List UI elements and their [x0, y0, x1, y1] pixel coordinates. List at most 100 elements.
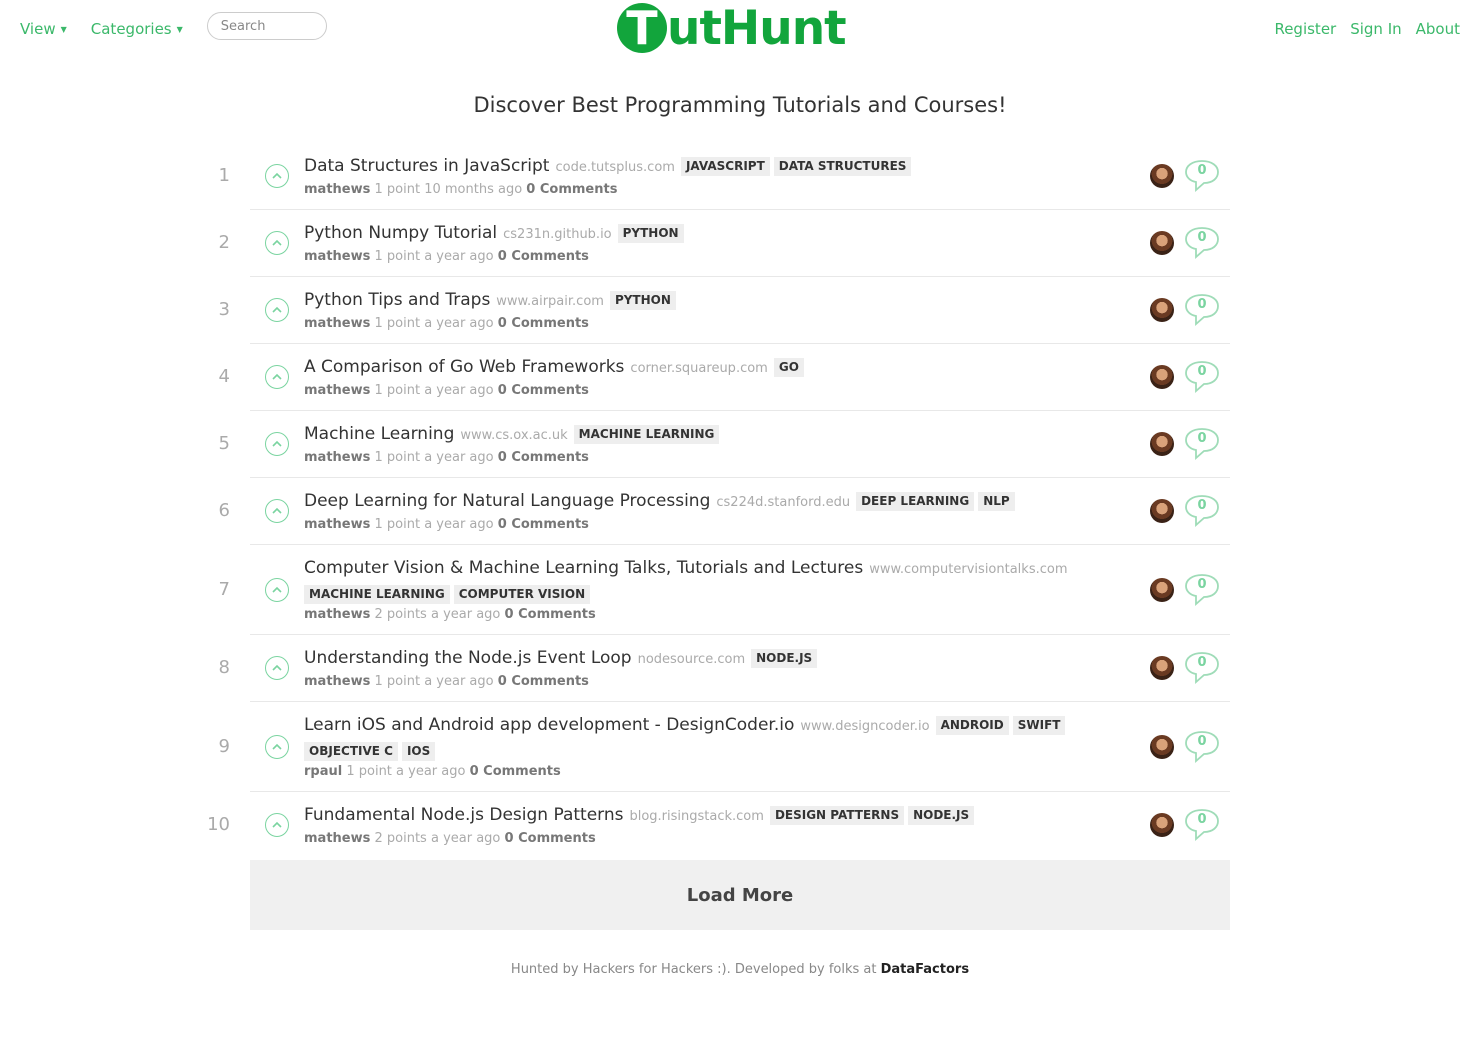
post-title-link[interactable]: Deep Learning for Natural Language Proce…: [304, 491, 710, 511]
avatar[interactable]: [1150, 231, 1174, 255]
comment-bubble-button[interactable]: 0: [1184, 293, 1220, 327]
post-rank: 4: [218, 366, 230, 387]
register-link[interactable]: Register: [1274, 20, 1336, 38]
tag[interactable]: GO: [773, 358, 804, 377]
tag[interactable]: NODE.JS: [908, 806, 975, 825]
post-title-link[interactable]: A Comparison of Go Web Frameworks: [304, 357, 624, 377]
post-title-link[interactable]: Data Structures in JavaScript: [304, 156, 549, 176]
comment-count: 0: [1197, 733, 1207, 749]
post-comments-link[interactable]: 0 Comments: [470, 764, 561, 779]
upvote-button[interactable]: [265, 365, 289, 389]
comment-bubble-button[interactable]: 0: [1184, 427, 1220, 461]
comment-bubble-button[interactable]: 0: [1184, 651, 1220, 685]
avatar[interactable]: [1150, 813, 1174, 837]
categories-menu[interactable]: Categories ▼: [91, 20, 183, 38]
upvote-button[interactable]: [265, 499, 289, 523]
post-author-link[interactable]: mathews: [304, 316, 370, 331]
comment-bubble-button[interactable]: 0: [1184, 159, 1220, 193]
nav-right: Register Sign In About: [1260, 20, 1460, 38]
post-title-link[interactable]: Fundamental Node.js Design Patterns: [304, 805, 623, 825]
comment-bubble-button[interactable]: 0: [1184, 808, 1220, 842]
post-comments-link[interactable]: 0 Comments: [505, 607, 596, 622]
post-title-link[interactable]: Understanding the Node.js Event Loop: [304, 648, 632, 668]
tag[interactable]: MACHINE LEARNING: [573, 425, 720, 444]
tag[interactable]: DESIGN PATTERNS: [769, 806, 905, 825]
post-comments-link[interactable]: 0 Comments: [498, 517, 589, 532]
tag[interactable]: IOS: [401, 742, 436, 761]
avatar[interactable]: [1150, 656, 1174, 680]
tag[interactable]: ANDROID: [935, 716, 1009, 735]
post-author-link[interactable]: mathews: [304, 674, 370, 689]
comment-bubble-button[interactable]: 0: [1184, 360, 1220, 394]
comment-count: 0: [1197, 498, 1207, 513]
tag[interactable]: DATA STRUCTURES: [773, 157, 912, 176]
avatar[interactable]: [1150, 164, 1174, 188]
avatar[interactable]: [1150, 499, 1174, 523]
tag[interactable]: PYTHON: [617, 224, 684, 243]
comment-bubble-button[interactable]: 0: [1184, 226, 1220, 260]
footer-brand-link[interactable]: DataFactors: [881, 962, 969, 977]
comment-bubble-button[interactable]: 0: [1184, 573, 1220, 607]
avatar[interactable]: [1150, 298, 1174, 322]
avatar[interactable]: [1150, 734, 1174, 759]
tag[interactable]: DEEP LEARNING: [856, 492, 975, 511]
about-link[interactable]: About: [1416, 20, 1460, 38]
post-time: a year ago: [424, 674, 494, 689]
post-author-link[interactable]: mathews: [304, 249, 370, 264]
upvote-button[interactable]: [265, 231, 289, 255]
avatar[interactable]: [1150, 365, 1174, 389]
signin-link[interactable]: Sign In: [1350, 20, 1401, 38]
post-author-link[interactable]: mathews: [304, 383, 370, 398]
post-author-link[interactable]: rpaul: [304, 764, 342, 779]
comment-bubble-button[interactable]: 0: [1184, 494, 1220, 528]
upvote-button[interactable]: [265, 164, 289, 188]
post-domain: nodesource.com: [637, 652, 746, 667]
upvote-button[interactable]: [265, 656, 289, 680]
post-content: A Comparison of Go Web Frameworks corner.…: [304, 344, 1104, 410]
post-title-link[interactable]: Python Tips and Traps: [304, 290, 490, 310]
post-actions: 0: [1150, 730, 1220, 764]
avatar[interactable]: [1150, 577, 1174, 602]
post-comments-link[interactable]: 0 Comments: [498, 316, 589, 331]
upvote-button[interactable]: [265, 298, 289, 322]
post-comments-link[interactable]: 0 Comments: [498, 674, 589, 689]
post-comments-link[interactable]: 0 Comments: [498, 450, 589, 465]
post-comments-link[interactable]: 0 Comments: [498, 383, 589, 398]
post-author-link[interactable]: mathews: [304, 517, 370, 532]
post-title-link[interactable]: Learn iOS and Android app development - …: [304, 715, 794, 735]
post-comments-link[interactable]: 0 Comments: [498, 249, 589, 264]
post-author-link[interactable]: mathews: [304, 831, 370, 846]
post-title-link[interactable]: Python Numpy Tutorial: [304, 223, 497, 243]
post-tags-line: MACHINE LEARNING COMPUTER VISION: [304, 584, 1104, 604]
tag[interactable]: COMPUTER VISION: [453, 585, 591, 604]
post-author-link[interactable]: mathews: [304, 607, 370, 622]
tag[interactable]: OBJECTIVE C: [304, 742, 398, 761]
post-points: 1 point: [374, 249, 421, 264]
logo[interactable]: T utHunt: [617, 2, 847, 54]
post-title-link[interactable]: Computer Vision & Machine Learning Talks…: [304, 558, 863, 578]
tag[interactable]: PYTHON: [609, 291, 676, 310]
post-author-link[interactable]: mathews: [304, 182, 370, 197]
load-more-button[interactable]: Load More: [250, 860, 1230, 930]
tag[interactable]: NODE.JS: [751, 649, 818, 668]
tag[interactable]: MACHINE LEARNING: [304, 585, 450, 604]
search-input[interactable]: [206, 12, 327, 40]
post-author-link[interactable]: mathews: [304, 450, 370, 465]
upvote-button[interactable]: [265, 813, 289, 837]
tag[interactable]: JAVASCRIPT: [680, 157, 770, 176]
post-meta: mathews 1 point a year ago 0 Comments: [304, 248, 1104, 266]
post-actions: 0: [1150, 808, 1220, 842]
comment-bubble-button[interactable]: 0: [1184, 730, 1220, 764]
post-comments-link[interactable]: 0 Comments: [505, 831, 596, 846]
post-title-link[interactable]: Machine Learning: [304, 424, 454, 444]
upvote-button[interactable]: [265, 734, 289, 759]
upvote-button[interactable]: [265, 432, 289, 456]
tag[interactable]: SWIFT: [1012, 716, 1066, 735]
tag[interactable]: NLP: [978, 492, 1015, 511]
chevron-up-icon: [272, 172, 282, 179]
upvote-button[interactable]: [265, 577, 289, 602]
post-row: Deep Learning for Natural Language Proce…: [219, 478, 1230, 545]
post-comments-link[interactable]: 0 Comments: [526, 182, 617, 197]
avatar[interactable]: [1150, 432, 1174, 456]
view-menu[interactable]: View ▼: [20, 20, 67, 38]
